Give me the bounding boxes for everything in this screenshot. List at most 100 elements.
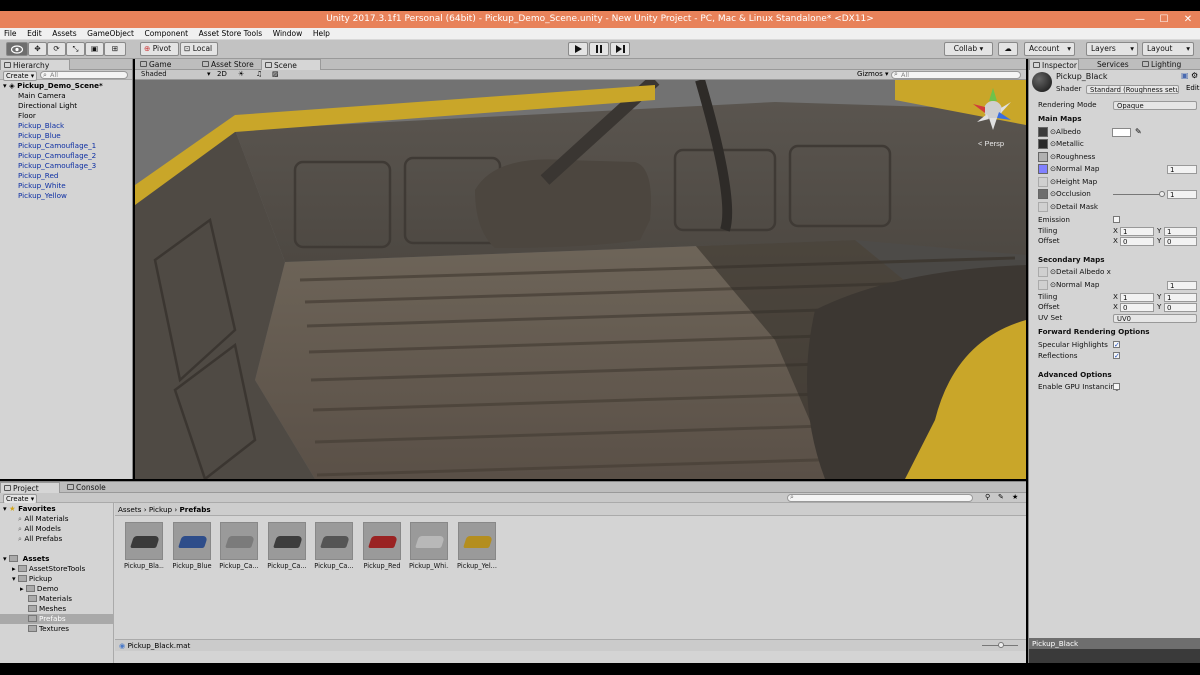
asset-prefab-item[interactable]: Pickup_Yel... <box>457 522 497 570</box>
rendering-mode-dropdown[interactable]: Opaque <box>1113 101 1197 110</box>
move-tool-icon[interactable]: ✥ <box>28 42 47 56</box>
favorite-item[interactable]: ⌕ All Models <box>18 524 61 534</box>
metallic-texture-slot[interactable] <box>1038 139 1048 149</box>
minimize-button[interactable]: — <box>1128 11 1152 28</box>
shader-dropdown[interactable]: Standard (Roughness setup) <box>1086 85 1179 94</box>
tab-hierarchy[interactable]: Hierarchy <box>0 59 70 70</box>
menu-help[interactable]: Help <box>309 28 334 40</box>
menu-component[interactable]: Component <box>140 28 192 40</box>
tab-asset-store[interactable]: Asset Store <box>199 59 259 70</box>
hierarchy-item-prefab[interactable]: Pickup_Camouflage_1 <box>18 141 96 151</box>
play-button[interactable] <box>568 42 588 56</box>
occlusion-slider-thumb[interactable] <box>1159 191 1165 197</box>
roughness-texture-slot[interactable] <box>1038 152 1048 162</box>
gpu-instancing-checkbox[interactable] <box>1113 383 1120 390</box>
favorite-star-icon[interactable]: ★ <box>1012 493 1018 501</box>
offset-y-field[interactable]: 0 <box>1164 237 1197 246</box>
hierarchy-item-prefab[interactable]: Pickup_Yellow <box>18 191 67 201</box>
close-button[interactable]: ✕ <box>1176 11 1200 28</box>
hierarchy-create-button[interactable]: Create ▾ <box>3 71 38 81</box>
hierarchy-item-prefab[interactable]: Pickup_Red <box>18 171 58 181</box>
breadcrumb-item[interactable]: Pickup <box>149 505 172 514</box>
normal-map-texture-slot[interactable] <box>1038 164 1048 174</box>
menu-assets[interactable]: Assets <box>48 28 80 40</box>
pivot-toggle[interactable]: ⊕ Pivot <box>140 42 179 56</box>
filter-label-icon[interactable]: ✎ <box>998 493 1004 501</box>
hierarchy-search-input[interactable]: All <box>40 71 128 79</box>
cloud-button[interactable]: ☁ <box>998 42 1018 56</box>
tree-folder[interactable]: ▸ Demo <box>20 584 58 594</box>
menu-gameobject[interactable]: GameObject <box>83 28 138 40</box>
layout-dropdown[interactable]: Layout ▾ <box>1142 42 1194 56</box>
hierarchy-item-prefab[interactable]: Pickup_Camouflage_3 <box>18 161 96 171</box>
tab-services[interactable]: Services <box>1081 59 1139 70</box>
hierarchy-item[interactable]: Main Camera <box>18 91 66 101</box>
local-toggle[interactable]: ⊡ Local <box>180 42 218 56</box>
height-map-texture-slot[interactable] <box>1038 177 1048 187</box>
account-dropdown[interactable]: Account ▾ <box>1024 42 1075 56</box>
inspector-preview-bar[interactable]: Pickup_Black <box>1029 638 1200 649</box>
filter-type-icon[interactable]: ⚲ <box>985 493 990 501</box>
tab-console[interactable]: Console <box>64 482 124 493</box>
effects-toggle-icon[interactable]: ▨ <box>272 70 279 79</box>
occlusion-texture-slot[interactable] <box>1038 189 1048 199</box>
asset-prefab-item[interactable]: Pickup_Ca... <box>219 522 259 570</box>
detail-albedo-texture-slot[interactable] <box>1038 267 1048 277</box>
breadcrumb-item-current[interactable]: Prefabs <box>180 505 211 514</box>
tree-folder[interactable]: ▸ AssetStoreTools <box>12 564 85 574</box>
lighting-toggle-icon[interactable]: ☀ <box>238 70 244 79</box>
help-icon[interactable]: ▣ <box>1181 71 1189 80</box>
detail-mask-texture-slot[interactable] <box>1038 202 1048 212</box>
uv-set-dropdown[interactable]: UV0 <box>1113 314 1197 323</box>
tree-folder[interactable]: Meshes <box>28 604 66 614</box>
project-search-input[interactable] <box>787 494 973 502</box>
menu-asset-store-tools[interactable]: Asset Store Tools <box>195 28 267 40</box>
secondary-normal-scale-field[interactable]: 1 <box>1167 281 1197 290</box>
favorite-item[interactable]: ⌕ All Prefabs <box>18 534 62 544</box>
hierarchy-item[interactable]: Floor <box>18 111 36 121</box>
maximize-button[interactable]: ☐ <box>1152 11 1176 28</box>
hierarchy-item-prefab[interactable]: Pickup_Blue <box>18 131 61 141</box>
tiling-y-field[interactable]: 1 <box>1164 227 1197 236</box>
pause-button[interactable] <box>589 42 609 56</box>
scene-search-input[interactable]: All <box>891 71 1021 79</box>
gear-icon[interactable]: ⚙ <box>1191 71 1198 80</box>
tab-game[interactable]: Game <box>137 59 197 70</box>
asset-prefab-item[interactable]: Pickup_Bla... <box>124 522 164 570</box>
rotate-tool-icon[interactable]: ⟳ <box>47 42 66 56</box>
breadcrumb-item[interactable]: Assets <box>118 505 141 514</box>
menu-file[interactable]: File <box>0 28 21 40</box>
scene-viewport[interactable]: < Persp <box>135 80 1026 479</box>
collab-dropdown[interactable]: Collab ▾ <box>944 42 993 56</box>
secondary-tiling-y-field[interactable]: 1 <box>1164 293 1197 302</box>
rect-tool-icon[interactable]: ▣ <box>85 42 104 56</box>
shading-mode-dropdown[interactable]: Shaded <box>138 70 213 79</box>
tab-scene[interactable]: Scene <box>261 59 321 70</box>
edit-shader-button[interactable]: Edit... <box>1186 84 1200 92</box>
tab-lighting[interactable]: Lighting <box>1139 59 1199 70</box>
2d-toggle[interactable]: 2D <box>217 70 227 79</box>
occlusion-value-field[interactable]: 1 <box>1167 190 1197 199</box>
tree-folder[interactable]: Textures <box>28 624 69 634</box>
tree-folder[interactable]: Materials <box>28 594 72 604</box>
assets-header[interactable]: ▾ Assets <box>3 554 49 564</box>
scale-tool-icon[interactable]: ⤡ <box>66 42 85 56</box>
asset-prefab-item[interactable]: Pickup_Whi... <box>409 522 449 570</box>
audio-toggle-icon[interactable]: ♫ <box>256 70 262 79</box>
tree-folder[interactable]: ▾ Pickup <box>12 574 52 584</box>
secondary-tiling-x-field[interactable]: 1 <box>1120 293 1154 302</box>
secondary-offset-y-field[interactable]: 0 <box>1164 303 1197 312</box>
tab-inspector[interactable]: Inspector <box>1029 59 1079 70</box>
menu-window[interactable]: Window <box>269 28 307 40</box>
hierarchy-scene-root[interactable]: ▾ ◈ Pickup_Demo_Scene* <box>3 81 103 91</box>
eyedropper-icon[interactable]: ✎ <box>1135 127 1142 136</box>
asset-prefab-item[interactable]: Pickup_Ca... <box>314 522 354 570</box>
hierarchy-item-prefab[interactable]: Pickup_White <box>18 181 66 191</box>
albedo-color-field[interactable] <box>1112 128 1131 137</box>
asset-prefab-item[interactable]: Pickup_Red <box>362 522 402 570</box>
favorites-header[interactable]: ▾ ★ Favorites <box>3 504 56 514</box>
transform-tool-icon[interactable]: ⊞ <box>104 42 126 56</box>
step-button[interactable] <box>610 42 630 56</box>
asset-prefab-item[interactable]: Pickup_Blue <box>172 522 212 570</box>
normal-scale-field[interactable]: 1 <box>1167 165 1197 174</box>
